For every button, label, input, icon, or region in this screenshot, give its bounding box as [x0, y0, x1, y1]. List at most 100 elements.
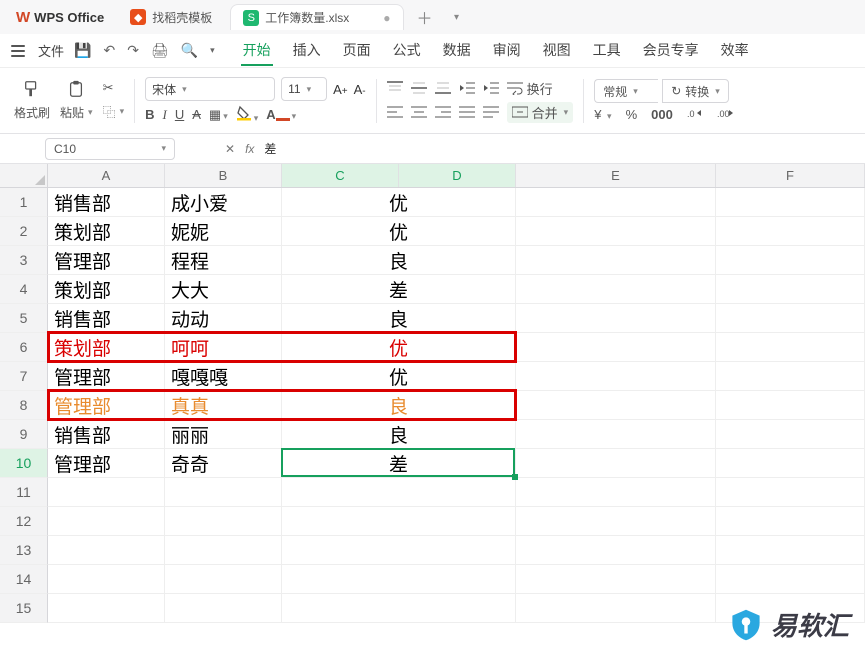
cell[interactable]: 程程	[165, 246, 282, 275]
cell[interactable]	[716, 217, 865, 246]
tab-templates[interactable]: ◆ 找稻壳模板	[118, 4, 224, 30]
undo-icon[interactable]: ↶	[103, 42, 115, 59]
new-tab-button[interactable]: ＋	[414, 6, 436, 28]
cell[interactable]	[516, 217, 716, 246]
cell[interactable]	[48, 478, 165, 507]
cell[interactable]: 良	[282, 391, 516, 420]
align-center-icon[interactable]	[411, 105, 427, 119]
cell[interactable]	[48, 507, 165, 536]
justify-icon[interactable]	[459, 105, 475, 119]
row-header[interactable]: 12	[0, 507, 48, 536]
decrease-font-icon[interactable]: A-	[354, 82, 366, 97]
cell[interactable]: 良	[282, 246, 516, 275]
selection-handle[interactable]	[512, 474, 518, 480]
row-header[interactable]: 6	[0, 333, 48, 362]
row-header[interactable]: 5	[0, 304, 48, 333]
cell[interactable]	[516, 478, 716, 507]
align-right-icon[interactable]	[435, 105, 451, 119]
row-header[interactable]: 10	[0, 449, 48, 478]
save-icon[interactable]: 💾	[74, 42, 91, 59]
ribbon-tab-4[interactable]: 数据	[441, 36, 473, 66]
distribute-icon[interactable]	[483, 105, 499, 119]
cell[interactable]	[165, 594, 282, 623]
percent-icon[interactable]: %	[626, 107, 638, 122]
cell[interactable]	[165, 565, 282, 594]
format-painter-icon[interactable]	[23, 80, 41, 98]
row-header[interactable]: 8	[0, 391, 48, 420]
fill-color-button[interactable]: ▾	[236, 105, 259, 124]
cell[interactable]: 差	[282, 275, 516, 304]
cut-icon[interactable]: ✂	[103, 80, 125, 96]
cell[interactable]: 丽丽	[165, 420, 282, 449]
cell[interactable]	[516, 565, 716, 594]
ribbon-tab-0[interactable]: 开始	[241, 36, 273, 66]
borders-button[interactable]: ▦▾	[209, 107, 228, 123]
number-format-select[interactable]: 常规▾	[594, 79, 658, 103]
cell[interactable]: 呵呵	[165, 333, 282, 362]
cell[interactable]	[48, 594, 165, 623]
wrap-text-button[interactable]: 换行	[507, 79, 553, 98]
align-left-icon[interactable]	[387, 105, 403, 119]
cell[interactable]: 嘎嘎嘎	[165, 362, 282, 391]
select-all-corner[interactable]	[0, 164, 48, 188]
cell[interactable]	[716, 536, 865, 565]
cell[interactable]: 优	[282, 333, 516, 362]
cell[interactable]	[165, 478, 282, 507]
cell[interactable]: 良	[282, 420, 516, 449]
cell[interactable]	[48, 565, 165, 594]
cell[interactable]: 管理部	[48, 449, 165, 478]
row-header[interactable]: 15	[0, 594, 48, 623]
cell[interactable]: 优	[282, 217, 516, 246]
cell[interactable]	[516, 536, 716, 565]
ribbon-tab-9[interactable]: 效率	[719, 36, 751, 66]
cell[interactable]: 管理部	[48, 391, 165, 420]
cell[interactable]	[282, 594, 516, 623]
cell[interactable]	[516, 275, 716, 304]
bold-button[interactable]: B	[145, 107, 154, 122]
cell[interactable]	[716, 420, 865, 449]
cell[interactable]	[516, 391, 716, 420]
cell[interactable]: 奇奇	[165, 449, 282, 478]
ribbon-tab-5[interactable]: 审阅	[491, 36, 523, 66]
ribbon-tab-1[interactable]: 插入	[291, 36, 323, 66]
currency-icon[interactable]: ¥ ▾	[594, 107, 611, 122]
cell[interactable]	[282, 536, 516, 565]
cell[interactable]	[516, 594, 716, 623]
cell[interactable]: 差	[282, 449, 516, 478]
cell[interactable]: 策划部	[48, 333, 165, 362]
cell[interactable]	[516, 507, 716, 536]
cell[interactable]	[516, 188, 716, 217]
column-header-E[interactable]: E	[516, 164, 716, 187]
ribbon-tab-8[interactable]: 会员专享	[641, 36, 701, 66]
qa-dropdown-icon[interactable]: ▾	[210, 45, 215, 56]
namebox-dropdown-icon[interactable]: ▾	[161, 143, 166, 154]
cancel-formula-icon[interactable]: ✕	[225, 142, 235, 156]
cell[interactable]	[165, 536, 282, 565]
cell[interactable]: 销售部	[48, 188, 165, 217]
font-size-select[interactable]: 11▾	[281, 77, 327, 101]
formula-value[interactable]: 差	[264, 140, 276, 157]
row-header[interactable]: 14	[0, 565, 48, 594]
cell[interactable]	[282, 507, 516, 536]
underline-button[interactable]: U	[175, 107, 184, 122]
cell[interactable]: 大大	[165, 275, 282, 304]
cell[interactable]	[716, 188, 865, 217]
cell[interactable]	[516, 449, 716, 478]
font-color-button[interactable]: A▾	[266, 107, 296, 122]
row-header[interactable]: 2	[0, 217, 48, 246]
transform-button[interactable]: ↻ 转换▾	[662, 79, 729, 103]
cell[interactable]	[516, 333, 716, 362]
column-header-A[interactable]: A	[48, 164, 165, 187]
cell[interactable]	[716, 304, 865, 333]
cell[interactable]	[716, 565, 865, 594]
align-top-icon[interactable]	[387, 81, 403, 95]
cell[interactable]: 妮妮	[165, 217, 282, 246]
italic-button[interactable]: I	[163, 107, 167, 123]
cell[interactable]: 策划部	[48, 217, 165, 246]
cell[interactable]	[716, 362, 865, 391]
increase-indent-icon[interactable]	[483, 81, 499, 95]
cell[interactable]	[716, 246, 865, 275]
column-header-C[interactable]: C	[282, 164, 399, 187]
decrease-decimal-icon[interactable]: .0	[687, 107, 703, 122]
tab-menu-button[interactable]: ▾	[446, 6, 468, 28]
